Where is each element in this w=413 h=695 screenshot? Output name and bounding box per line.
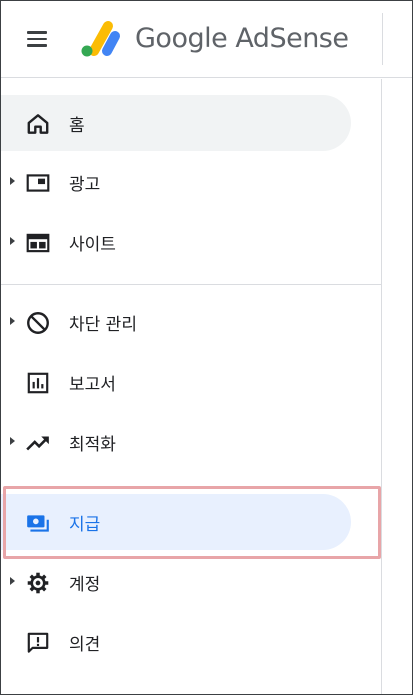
- brand-adsense: AdSense: [235, 23, 349, 54]
- sidebar-item-home[interactable]: 홈: [1, 95, 351, 151]
- sidebar-item-label: 사이트: [69, 235, 116, 255]
- sidebar-item-account[interactable]: 계정: [1, 554, 351, 610]
- top-bar: Google AdSense: [1, 1, 412, 78]
- expand-caret-icon[interactable]: [10, 437, 15, 445]
- section-divider: [1, 284, 382, 285]
- payments-icon: [27, 515, 49, 532]
- sidebar-item-reports[interactable]: 보고서: [1, 354, 351, 410]
- ad-unit-icon: [26, 174, 50, 192]
- header-divider: [382, 13, 383, 65]
- adsense-logo-icon: [81, 21, 120, 57]
- app-window: Google AdSense 홈 광고 사이트 차단 관리 보고서 최적화 지급…: [0, 0, 413, 695]
- product-name[interactable]: Google AdSense: [135, 23, 349, 54]
- sidebar-item-optimization[interactable]: 최적화: [1, 414, 351, 470]
- web-layout-icon: [26, 233, 50, 253]
- expand-caret-icon[interactable]: [10, 237, 15, 245]
- sidebar-item-blocking[interactable]: 차단 관리: [1, 294, 351, 350]
- brand-google: Google: [135, 23, 228, 54]
- sidebar-item-label: 홈: [69, 116, 85, 136]
- feedback-icon: [27, 632, 49, 653]
- expand-caret-icon[interactable]: [10, 317, 15, 325]
- sidebar-item-feedback[interactable]: 의견: [1, 614, 351, 670]
- sidebar-item-sites[interactable]: 사이트: [1, 214, 351, 270]
- block-icon: [27, 312, 49, 334]
- sidebar-item-label: 의견: [69, 635, 101, 655]
- expand-caret-icon[interactable]: [10, 177, 15, 185]
- sidebar-item-label: 계정: [69, 575, 101, 595]
- sidebar-item-label: 광고: [69, 175, 101, 195]
- sidebar-item-ads[interactable]: 광고: [1, 154, 351, 210]
- settings-gear-icon: [27, 572, 49, 594]
- sidebar-item-label: 지급: [69, 515, 101, 535]
- sidebar-item-label: 최적화: [69, 435, 116, 455]
- trending-up-icon: [26, 436, 49, 451]
- sidebar-item-label: 차단 관리: [69, 315, 137, 335]
- hamburger-menu-icon[interactable]: [23, 27, 53, 51]
- expand-caret-icon[interactable]: [10, 577, 15, 585]
- sidebar: 홈 광고 사이트 차단 관리 보고서 최적화 지급 계정 의견: [1, 79, 382, 694]
- sidebar-item-label: 보고서: [69, 375, 116, 395]
- bar-chart-icon: [27, 372, 49, 394]
- sidebar-item-payments[interactable]: 지급: [1, 494, 351, 550]
- home-icon: [27, 114, 49, 134]
